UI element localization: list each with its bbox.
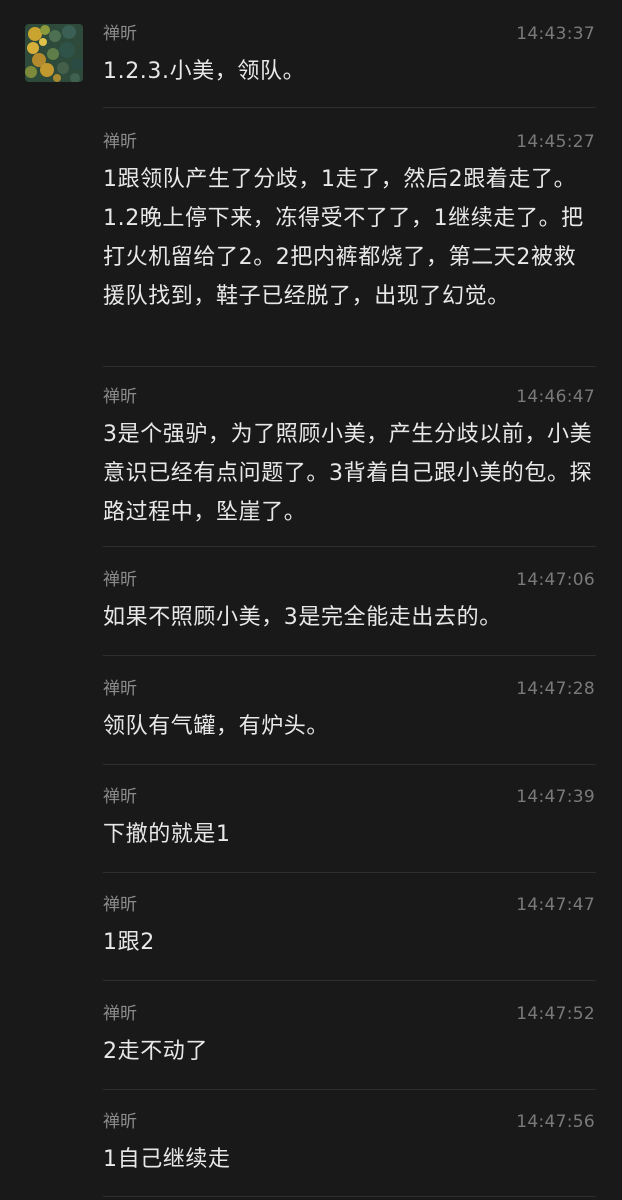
message-time: 14:47:28 [516,679,595,699]
sender-name: 禅昕 [103,570,137,590]
message-time: 14:43:37 [516,24,595,44]
sender-name: 禅昕 [103,679,137,699]
sender-name: 禅昕 [103,132,137,152]
message-text: 领队有气罐，有炉头。 [103,714,330,739]
sender-name: 禅昕 [103,24,137,44]
message-text: 1跟2 [103,930,155,955]
divider [103,980,596,981]
sender-name: 禅昕 [103,895,137,915]
sender-name: 禅昕 [103,1004,137,1024]
message-text: 下撤的就是1 [103,822,231,847]
divider [103,655,596,656]
divider [103,546,596,547]
sender-name: 禅昕 [103,787,137,807]
message-text: 1.2.3.小美，领队。 [103,59,306,84]
sender-name: 禅昕 [103,387,137,407]
avatar[interactable] [25,24,83,82]
message-time: 14:47:39 [516,787,595,807]
divider [103,872,596,873]
divider [103,1196,596,1197]
message-text: 1跟领队产生了分歧，1走了，然后2跟着走了。1.2晚上停下来，冻得受不了了，1继… [103,167,584,309]
message-time: 14:47:47 [516,895,595,915]
message-time: 14:47:06 [516,570,595,590]
message-time: 14:45:27 [516,132,595,152]
divider [103,764,596,765]
message-text: 3是个强驴，为了照顾小美，产生分歧以前，小美意识已经有点问题了。3背着自己跟小美… [103,422,593,525]
message-text: 2走不动了 [103,1039,208,1064]
divider [103,366,596,367]
sender-name: 禅昕 [103,1112,137,1132]
message-time: 14:47:52 [516,1004,595,1024]
message-text: 1自己继续走 [103,1147,231,1172]
divider [103,1089,596,1090]
message-time: 14:46:47 [516,387,595,407]
divider [103,107,596,108]
message-time: 14:47:56 [516,1112,595,1132]
message-text: 如果不照顾小美，3是完全能走出去的。 [103,605,502,630]
